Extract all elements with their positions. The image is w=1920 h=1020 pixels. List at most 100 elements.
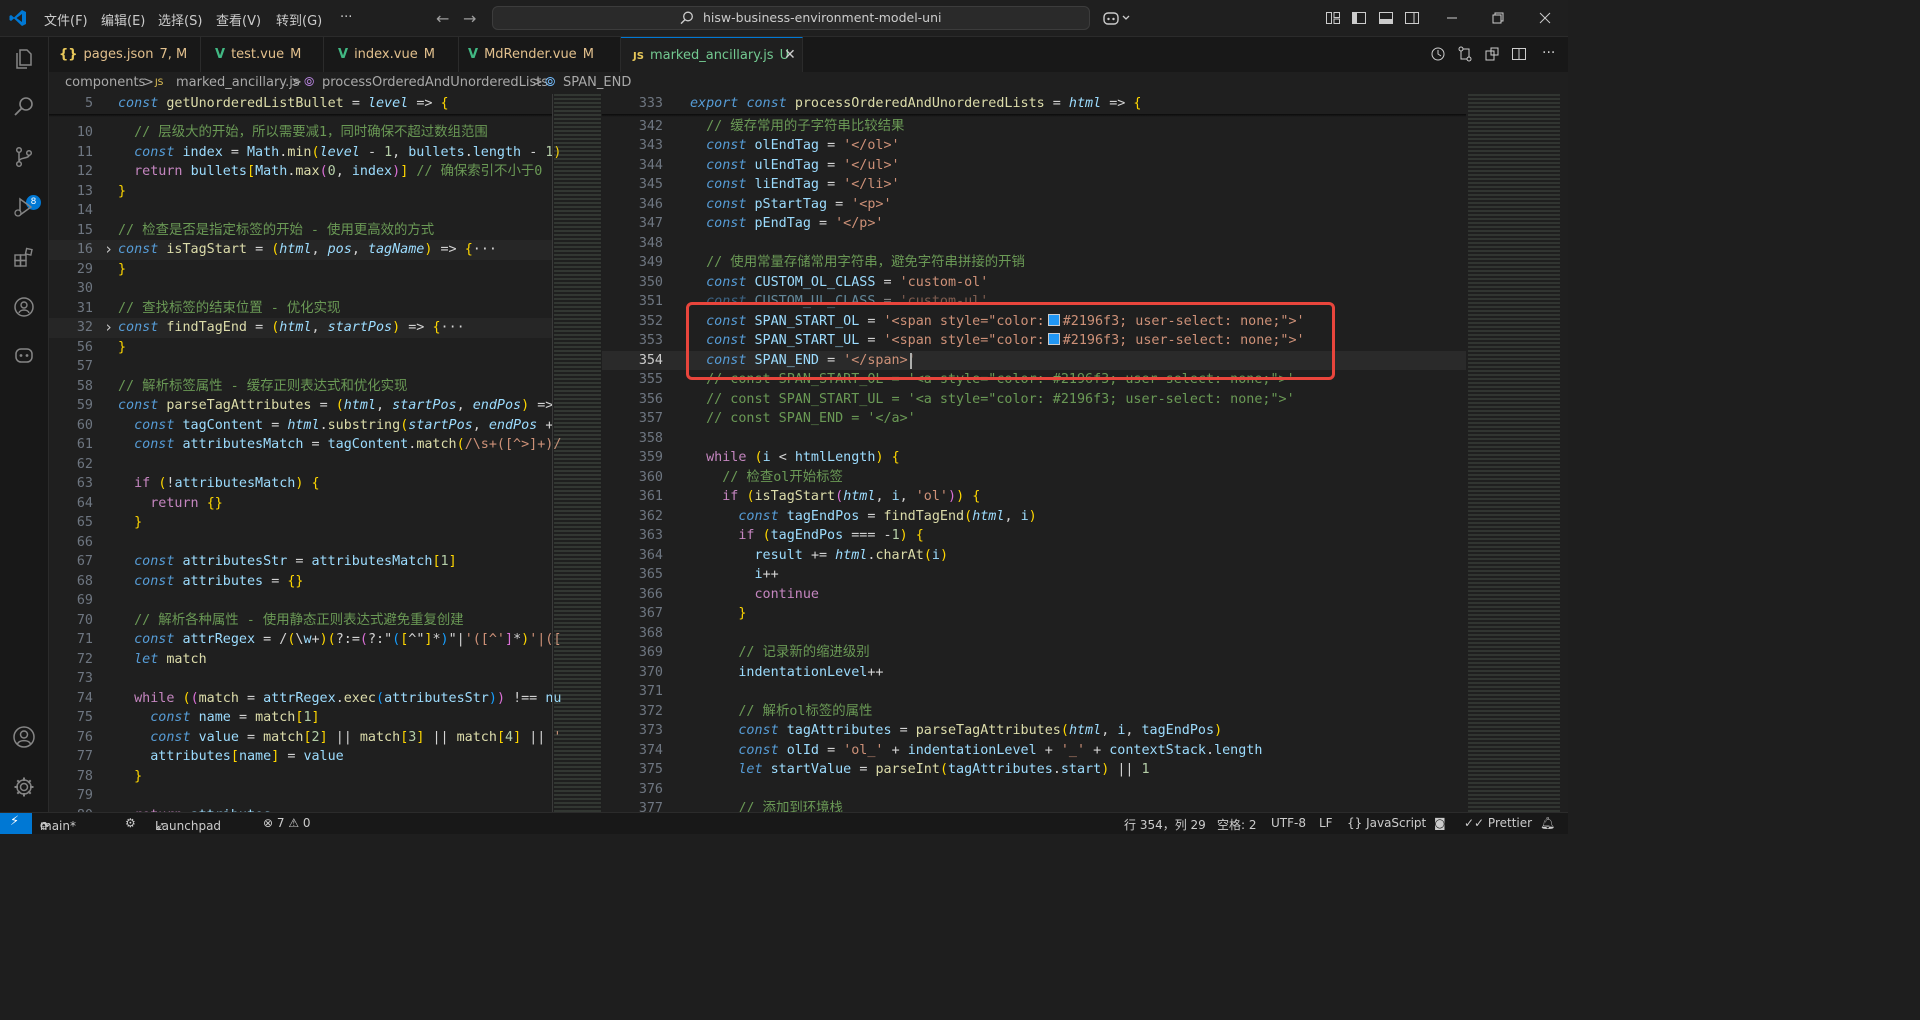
copilot-status-icon[interactable]: ◙: [1434, 816, 1446, 830]
toggle-secondary-sidebar-icon[interactable]: [1404, 10, 1420, 26]
code-line[interactable]: 364 result += html.charAt(i): [602, 546, 1466, 566]
search-view-icon[interactable]: [12, 95, 36, 119]
extensions-icon[interactable]: [12, 245, 36, 269]
left-editor-pane[interactable]: 5 const getUnorderedListBullet = level =>…: [49, 94, 601, 812]
code-line[interactable]: 356 // const SPAN_START_UL = '<a style="…: [602, 390, 1466, 410]
code-line[interactable]: 62: [49, 455, 552, 475]
customize-layout-icon[interactable]: [1325, 10, 1341, 26]
code-line[interactable]: 75 const name = match[1]: [49, 708, 552, 728]
code-line[interactable]: 16 const isTagStart = (html, pos, tagName…: [49, 240, 552, 260]
code-line[interactable]: 345 const liEndTag = '</li>': [602, 175, 1466, 195]
sticky-scroll-line[interactable]: 5 const getUnorderedListBullet = level =>…: [49, 94, 552, 114]
code-line[interactable]: 372 // 解析ol标签的属性: [602, 702, 1466, 722]
toggle-primary-sidebar-icon[interactable]: [1351, 10, 1367, 26]
code-line[interactable]: 67 const attributesStr = attributesMatch…: [49, 552, 552, 572]
compare-changes-icon[interactable]: [1457, 46, 1473, 62]
tab-test-vue[interactable]: Vtest.vue M: [201, 37, 324, 72]
code-line[interactable]: 14: [49, 201, 552, 221]
eol-status[interactable]: LF: [1319, 816, 1333, 830]
code-line[interactable]: 15 // 检查是否是指定标签的开始 - 使用更高效的方式: [49, 221, 552, 241]
code-line[interactable]: 76 const value = match[2] || match[3] ||…: [49, 728, 562, 748]
code-line[interactable]: 367 }: [602, 604, 1466, 624]
code-line[interactable]: 72 let match: [49, 650, 552, 670]
minimap[interactable]: [554, 94, 601, 812]
more-actions-icon[interactable]: ···: [1542, 45, 1555, 61]
toggle-panel-icon[interactable]: [1378, 10, 1394, 26]
code-line[interactable]: 10 // 层级大的开始，所以需要减1，同时确保不超过数组范围: [49, 123, 552, 143]
code-line[interactable]: 63 if (!attributesMatch) {: [49, 474, 552, 494]
timeline-history-icon[interactable]: [1430, 46, 1446, 62]
remote-explorer-icon[interactable]: [12, 295, 36, 319]
code-line[interactable]: 12 return bullets[Math.max(0, index)] //…: [49, 162, 552, 182]
code-line[interactable]: 346 const pStartTag = '<p>': [602, 195, 1466, 215]
code-line[interactable]: 343 const olEndTag = '</ol>': [602, 136, 1466, 156]
open-changes-icon[interactable]: [1484, 46, 1500, 62]
restore-icon[interactable]: [1490, 10, 1506, 26]
menu-more[interactable]: ···: [340, 10, 352, 25]
code-line[interactable]: 32 const findTagEnd = (html, startPos) =>…: [49, 318, 552, 338]
code-line[interactable]: 376: [602, 780, 1466, 800]
fold-chevron-icon[interactable]: ›: [104, 240, 113, 260]
split-editor-icon[interactable]: [1511, 46, 1527, 62]
code-line[interactable]: 362 const tagEndPos = findTagEnd(html, i…: [602, 507, 1466, 527]
tab-pages-json[interactable]: {} pages.json 7, M: [49, 37, 201, 72]
code-line[interactable]: 79: [49, 786, 552, 806]
breadcrumb-symbol[interactable]: processOrderedAndUnorderedLists: [322, 75, 548, 90]
cursor-position[interactable]: 行 354，列 29: [1124, 816, 1206, 833]
code-line[interactable]: 71 const attrRegex = /(\w+)(?:=(?:"([^"]…: [49, 630, 562, 650]
code-line[interactable]: 342 // 缓存常用的子字符串比较结果: [602, 117, 1466, 137]
code-line[interactable]: 348: [602, 234, 1466, 254]
code-line[interactable]: 371: [602, 682, 1466, 702]
code-line[interactable]: 350 const CUSTOM_OL_CLASS = 'custom-ol': [602, 273, 1466, 293]
copilot-icon[interactable]: [1102, 10, 1132, 26]
breadcrumb-folder[interactable]: components: [65, 75, 145, 90]
code-line[interactable]: 375 let startValue = parseInt(tagAttribu…: [602, 760, 1466, 780]
ports-icon[interactable]: ⚙: [125, 816, 136, 830]
problems-status[interactable]: ⊗ 7 ⚠ 0: [263, 816, 311, 830]
code-line[interactable]: 359 while (i < htmlLength) {: [602, 448, 1466, 468]
menu-edit[interactable]: 编辑(E): [101, 10, 145, 29]
code-line[interactable]: 77 attributes[name] = value: [49, 747, 552, 767]
code-line[interactable]: 366 continue: [602, 585, 1466, 605]
code-line[interactable]: 56}: [49, 338, 552, 358]
breadcrumb-file[interactable]: marked_ancillary.js: [176, 75, 300, 90]
code-line[interactable]: 64 return {}: [49, 494, 552, 514]
vscode-logo-icon[interactable]: [8, 8, 28, 28]
back-arrow-icon[interactable]: ←: [436, 9, 449, 28]
code-line[interactable]: 60 const tagContent = html.substring(sta…: [49, 416, 554, 436]
code-line[interactable]: 13}: [49, 182, 552, 202]
menu-selection[interactable]: 选择(S): [158, 10, 202, 29]
code-line[interactable]: 66: [49, 533, 552, 553]
notifications-bell-icon[interactable]: 🔔︎: [1540, 816, 1555, 830]
code-line[interactable]: 31 // 查找标签的结束位置 - 优化实现: [49, 299, 552, 319]
encoding-status[interactable]: UTF-8: [1271, 816, 1306, 830]
fold-chevron-icon[interactable]: ›: [104, 318, 113, 338]
code-line[interactable]: 373 const tagAttributes = parseTagAttrib…: [602, 721, 1466, 741]
code-line[interactable]: 365 i++: [602, 565, 1466, 585]
tab-index-vue[interactable]: Vindex.vue M: [324, 37, 459, 72]
close-tab-icon[interactable]: ✕: [784, 38, 796, 73]
code-line[interactable]: 374 const olId = 'ol_' + indentationLeve…: [602, 741, 1466, 761]
pane-divider[interactable]: [552, 94, 553, 812]
run-debug-icon[interactable]: [12, 195, 36, 219]
code-line[interactable]: 69: [49, 591, 552, 611]
code-line[interactable]: 65 }: [49, 513, 552, 533]
code-line[interactable]: 377 // 添加到环境栈: [602, 799, 1466, 812]
code-line[interactable]: 349 // 使用常量存储常用字符串，避免字符串拼接的开销: [602, 253, 1466, 273]
menu-file[interactable]: 文件(F): [44, 10, 88, 29]
manage-gear-icon[interactable]: [12, 775, 36, 799]
accounts-icon[interactable]: [12, 725, 36, 749]
right-editor-pane[interactable]: 333 export const processOrderedAndUnorder…: [602, 94, 1568, 812]
code-line[interactable]: 344 const ulEndTag = '</ul>': [602, 156, 1466, 176]
minimize-icon[interactable]: [1444, 10, 1460, 26]
code-line[interactable]: 370 indentationLevel++: [602, 663, 1466, 683]
code-line[interactable]: 361 if (isTagStart(html, i, 'ol')) {: [602, 487, 1466, 507]
minimap[interactable]: [1468, 94, 1560, 812]
code-line[interactable]: 73: [49, 669, 552, 689]
code-line[interactable]: 68 const attributes = {}: [49, 572, 552, 592]
code-line[interactable]: 363 if (tagEndPos === -1) {: [602, 526, 1466, 546]
close-window-icon[interactable]: [1537, 10, 1553, 26]
tab-marked-ancillary-js[interactable]: JS marked_ancillary.js U ✕: [621, 37, 803, 72]
code-line[interactable]: 57: [49, 357, 552, 377]
code-line[interactable]: 29}: [49, 260, 552, 280]
